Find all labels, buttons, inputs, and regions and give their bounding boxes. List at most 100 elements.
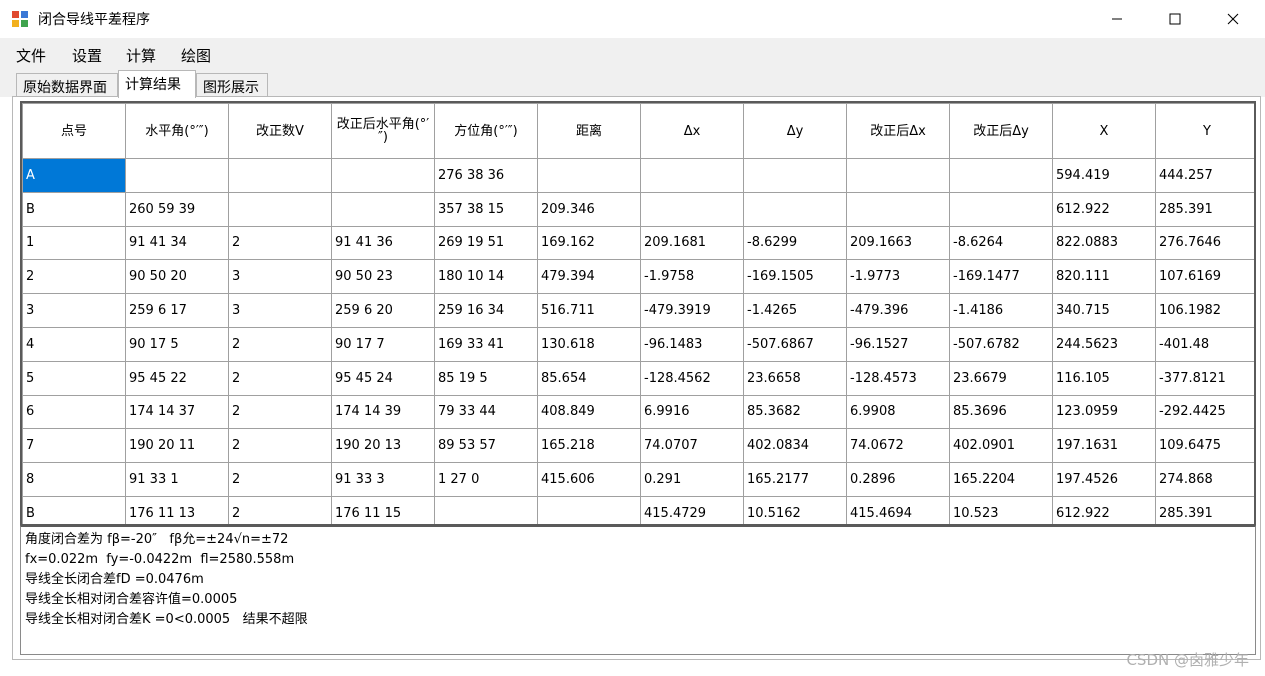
table-cell[interactable]	[228, 191, 332, 227]
table-cell[interactable]: 357 38 15	[434, 191, 538, 227]
table-row[interactable]: A 276 38 36 594.419 444.257	[22, 158, 1254, 193]
tab-results[interactable]: 计算结果	[118, 70, 196, 98]
table-cell[interactable]: 4	[22, 326, 126, 362]
table-cell[interactable]: 444.257	[1155, 158, 1254, 193]
close-button[interactable]	[1204, 0, 1262, 38]
table-cell[interactable]: 23.6679	[949, 360, 1053, 396]
table-row[interactable]: B 260 59 39 357 38 15 209.346 612.922 285.391	[22, 191, 1254, 227]
table-cell[interactable]: 176 11 13	[125, 495, 229, 524]
table-cell[interactable]: 5	[22, 360, 126, 396]
table-cell[interactable]: 85.654	[537, 360, 641, 396]
table-cell[interactable]: 190 20 13	[331, 428, 435, 464]
table-cell[interactable]: -1.4186	[949, 293, 1053, 328]
table-cell[interactable]	[640, 158, 744, 193]
table-cell[interactable]: 165.218	[537, 428, 641, 464]
table-cell[interactable]	[846, 191, 950, 227]
table-cell[interactable]: 176 11 15	[331, 495, 435, 524]
result-textbox[interactable]: 角度闭合差为 fβ=-20″ fβ允=±24√n=±72 fx=0.022m f…	[20, 525, 1256, 655]
table-cell[interactable]: 415.4694	[846, 495, 950, 524]
table-cell[interactable]: 85 19 5	[434, 360, 538, 396]
table-cell[interactable]	[640, 191, 744, 227]
table-cell[interactable]: 2	[228, 462, 332, 497]
table-cell[interactable]: 106.1982	[1155, 293, 1254, 328]
table-cell[interactable]: 89 53 57	[434, 428, 538, 464]
table-cell[interactable]: 3	[22, 293, 126, 328]
table-cell[interactable]: 260 59 39	[125, 191, 229, 227]
tab-graphics[interactable]: 图形展示	[196, 73, 268, 97]
table-cell[interactable]: 95 45 22	[125, 360, 229, 396]
table-cell[interactable]: 174 14 39	[331, 394, 435, 430]
column-header[interactable]: X	[1052, 103, 1156, 159]
table-cell[interactable]: 107.6169	[1155, 259, 1254, 295]
table-row[interactable]: 5 95 45 22 2 95 45 24 85 19 5 85.654 -128.4562…	[22, 360, 1254, 396]
table-row[interactable]: 3 259 6 17 3 259 6 20 259 16 34 516.711 -479.3…	[22, 293, 1254, 328]
table-cell[interactable]: 285.391	[1155, 495, 1254, 524]
column-header[interactable]: 距离	[537, 103, 641, 159]
column-header[interactable]: Δy	[743, 103, 847, 159]
table-cell[interactable]: 85.3682	[743, 394, 847, 430]
table-cell[interactable]: 23.6658	[743, 360, 847, 396]
table-row[interactable]: 1 91 41 34 2 91 41 36 269 19 51 169.162 209.16…	[22, 225, 1254, 261]
table-cell[interactable]: -8.6264	[949, 225, 1053, 261]
table-cell[interactable]: 2	[228, 495, 332, 524]
table-cell[interactable]: 116.105	[1052, 360, 1156, 396]
table-cell[interactable]	[331, 191, 435, 227]
table-cell[interactable]: -1.4265	[743, 293, 847, 328]
table-cell[interactable]: -169.1505	[743, 259, 847, 295]
maximize-button[interactable]	[1146, 0, 1204, 38]
table-cell[interactable]	[125, 158, 229, 193]
table-row[interactable]: 7 190 20 11 2 190 20 13 89 53 57 165.218 74.07…	[22, 428, 1254, 464]
column-header[interactable]: 水平角(°′″)	[125, 103, 229, 159]
column-header[interactable]: 改正后Δy	[949, 103, 1053, 159]
table-cell[interactable]: 516.711	[537, 293, 641, 328]
table-cell[interactable]: 74.0672	[846, 428, 950, 464]
table-cell[interactable]: -1.9758	[640, 259, 744, 295]
minimize-button[interactable]	[1088, 0, 1146, 38]
table-cell[interactable]: -8.6299	[743, 225, 847, 261]
table-cell[interactable]: 276 38 36	[434, 158, 538, 193]
table-cell[interactable]: 1 27 0	[434, 462, 538, 497]
table-cell[interactable]: 2	[228, 428, 332, 464]
table-cell[interactable]	[537, 158, 641, 193]
table-cell[interactable]: 6	[22, 394, 126, 430]
table-cell[interactable]: 109.6475	[1155, 428, 1254, 464]
table-cell[interactable]: 259 6 17	[125, 293, 229, 328]
table-row[interactable]: 6 174 14 37 2 174 14 39 79 33 44 408.849 6.991…	[22, 394, 1254, 430]
table-cell[interactable]: 74.0707	[640, 428, 744, 464]
column-header[interactable]: 改正后Δx	[846, 103, 950, 159]
column-header[interactable]: 改正数V	[228, 103, 332, 159]
table-cell[interactable]	[846, 158, 950, 193]
table-cell[interactable]: 259 16 34	[434, 293, 538, 328]
table-cell[interactable]: 123.0959	[1052, 394, 1156, 430]
table-cell[interactable]: 8	[22, 462, 126, 497]
table-cell[interactable]: 244.5623	[1052, 326, 1156, 362]
table-row[interactable]: 4 90 17 5 2 90 17 7 169 33 41 130.618 -96.1483…	[22, 326, 1254, 362]
table-cell[interactable]: 402.0834	[743, 428, 847, 464]
table-cell[interactable]: 209.346	[537, 191, 641, 227]
table-cell[interactable]: 79 33 44	[434, 394, 538, 430]
table-cell[interactable]: 90 50 20	[125, 259, 229, 295]
table-cell[interactable]: 10.523	[949, 495, 1053, 524]
table-cell[interactable]: 3	[228, 293, 332, 328]
table-cell[interactable]: 169 33 41	[434, 326, 538, 362]
table-cell[interactable]: 612.922	[1052, 191, 1156, 227]
table-cell[interactable]: A	[22, 158, 126, 193]
table-cell[interactable]: 3	[228, 259, 332, 295]
table-cell[interactable]: 91 33 1	[125, 462, 229, 497]
table-cell[interactable]: 85.3696	[949, 394, 1053, 430]
table-cell[interactable]: 91 41 34	[125, 225, 229, 261]
column-header[interactable]: 方位角(°′″)	[434, 103, 538, 159]
table-row[interactable]: B 176 11 13 2 176 11 15 415.4729 10.5162 415.4…	[22, 495, 1254, 524]
table-cell[interactable]: -169.1477	[949, 259, 1053, 295]
tab-raw-data[interactable]: 原始数据界面	[16, 73, 118, 97]
table-cell[interactable]	[743, 191, 847, 227]
table-cell[interactable]: -96.1483	[640, 326, 744, 362]
table-cell[interactable]: 2	[228, 225, 332, 261]
column-header[interactable]: 点号	[22, 103, 126, 159]
table-cell[interactable]: 197.1631	[1052, 428, 1156, 464]
table-cell[interactable]: 209.1681	[640, 225, 744, 261]
results-grid[interactable]: 点号 水平角(°′″) 改正数V 改正后水平角(°′″) 方位角(°′″) 距离 Δx Δy 改…	[20, 101, 1256, 526]
table-cell[interactable]: -292.4425	[1155, 394, 1254, 430]
table-cell[interactable]: -377.8121	[1155, 360, 1254, 396]
column-header[interactable]: 改正后水平角(°′″)	[331, 103, 435, 159]
